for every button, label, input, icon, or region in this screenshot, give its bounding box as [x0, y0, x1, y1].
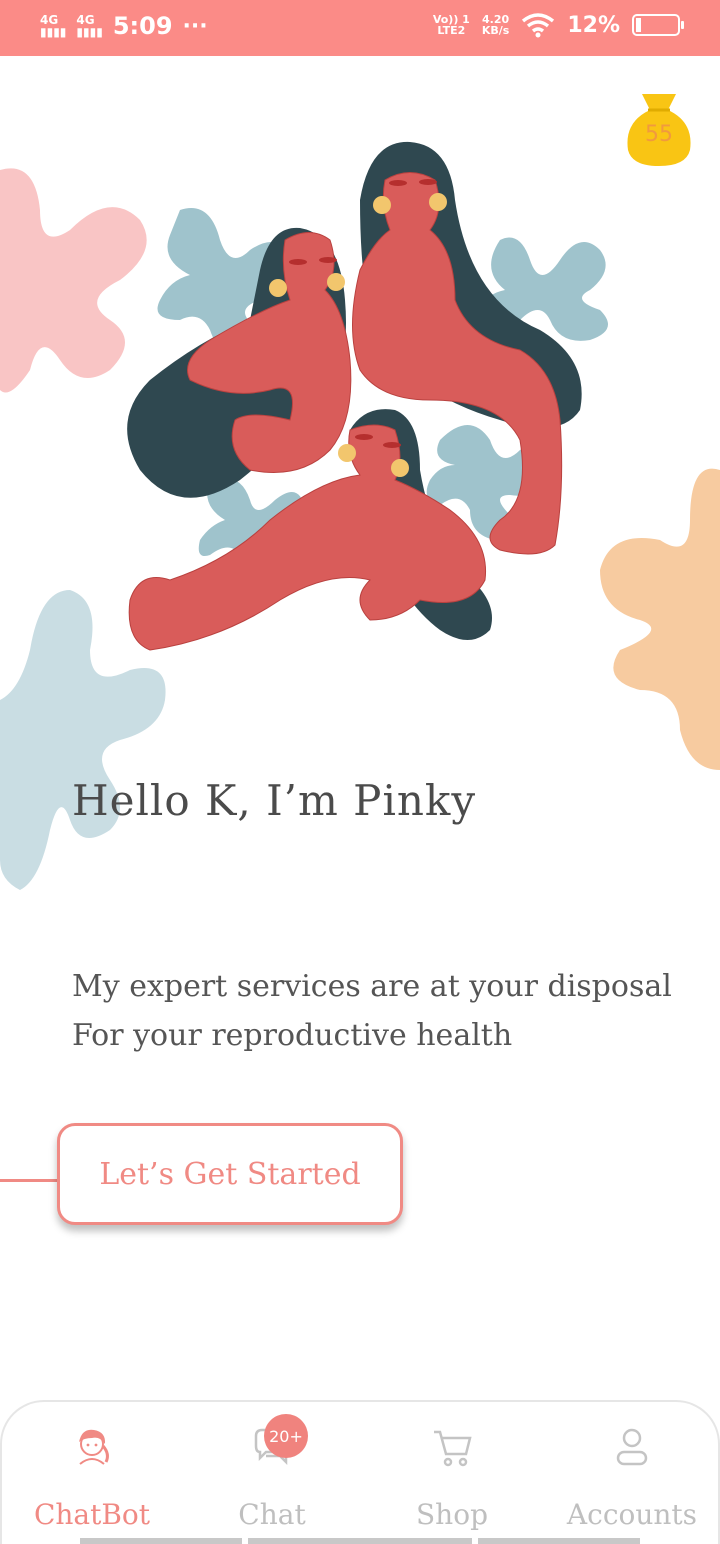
- signal-2-label: 4G: [76, 13, 95, 27]
- network-speed: 4.20 KB/s: [482, 14, 509, 36]
- status-bar: 4G ▮▮▮▮ 4G ▮▮▮▮ 5:09 ··· Vo)) 1 LTE2 4.20 KB…: [0, 0, 720, 56]
- nav-label-accounts: Accounts: [566, 1498, 698, 1531]
- chatbot-avatar-icon: [79, 1429, 109, 1465]
- greeting-title: Hello K, I’m Pinky: [72, 776, 477, 825]
- description-line-2: For your reproductive health: [72, 1018, 513, 1053]
- coin-count: 55: [645, 122, 673, 147]
- gesture-bar-segment: [478, 1538, 640, 1544]
- volte-indicator: Vo)) 1 LTE2: [433, 14, 470, 36]
- volte-bottom: LTE2: [437, 24, 466, 37]
- nav-item-chatbot[interactable]: ChatBot: [2, 1424, 182, 1534]
- battery-icon: [632, 14, 684, 36]
- speed-unit: KB/s: [481, 24, 510, 37]
- description-line-1: My expert services are at your disposal: [72, 969, 672, 1004]
- nav-item-shop[interactable]: Shop: [362, 1424, 542, 1534]
- nav-label-chat: Chat: [238, 1498, 306, 1531]
- get-started-button[interactable]: Let’s Get Started: [57, 1123, 403, 1225]
- user-icon: [616, 1428, 648, 1466]
- signal-1-label: 4G: [40, 13, 59, 27]
- wifi-icon: [522, 13, 555, 38]
- gesture-bar-segment: [80, 1538, 242, 1544]
- status-left: 4G ▮▮▮▮ 4G ▮▮▮▮ 5:09 ···: [40, 12, 208, 40]
- peach-leaf-shape: [600, 468, 720, 770]
- cta-connector-line: [0, 1179, 60, 1182]
- signal-2-icon: 4G ▮▮▮▮: [76, 13, 103, 39]
- nav-item-accounts[interactable]: Accounts: [542, 1424, 720, 1534]
- pink-leaf-shape: [0, 168, 147, 393]
- battery-percent: 12%: [567, 12, 620, 38]
- chat-unread-badge: 20+: [264, 1414, 308, 1458]
- nav-label-shop: Shop: [416, 1498, 488, 1531]
- signal-1-icon: 4G ▮▮▮▮: [40, 13, 67, 39]
- battery-level: [636, 18, 641, 32]
- nav-label-chatbot: ChatBot: [33, 1498, 151, 1531]
- bottom-navigation: ChatBot Chat 20+ Shop Accounts: [0, 1400, 720, 1544]
- status-right: Vo)) 1 LTE2 4.20 KB/s 12%: [433, 12, 684, 38]
- description: My expert services are at your disposal …: [72, 962, 672, 1060]
- more-notifications-icon: ···: [182, 13, 208, 39]
- clock: 5:09: [112, 12, 173, 40]
- gesture-bar-segment: [248, 1538, 472, 1544]
- cart-icon: [434, 1430, 472, 1467]
